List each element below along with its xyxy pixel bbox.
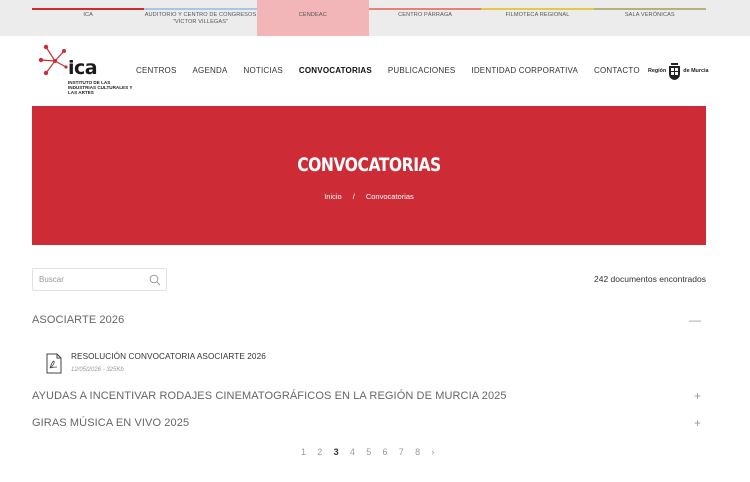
ica-logo[interactable]: ica INSTITUTO DE LAS INDUSTRIAS CULTURAL… bbox=[38, 43, 132, 99]
page-banner: CONVOCATORIAS Inicio / Convocatorias bbox=[32, 106, 706, 245]
breadcrumb: Inicio / Convocatorias bbox=[32, 192, 706, 201]
centers-nav: ICA AUDITORIO Y CENTRO DE CONGRESOS "VÍC… bbox=[32, 0, 706, 36]
document-item[interactable]: RESOLUCIÓN CONVOCATORIA ASOCIARTE 2026 1… bbox=[46, 350, 346, 378]
pagination: 1 2 3 4 5 6 7 8 › bbox=[301, 447, 448, 457]
region-logo-left-text: Región bbox=[648, 68, 667, 74]
center-tab-color-bar bbox=[368, 8, 482, 10]
search-box bbox=[32, 268, 167, 291]
center-tab-color-bar bbox=[144, 8, 257, 10]
section-header-giras-musica-2025[interactable]: GIRAS MÚSICA EN VIVO 2025 + bbox=[32, 416, 706, 437]
section-title: GIRAS MÚSICA EN VIVO 2025 bbox=[32, 417, 190, 429]
nav-item-agenda[interactable]: AGENDA bbox=[193, 66, 228, 75]
page-link-5[interactable]: 5 bbox=[366, 447, 382, 457]
document-meta: 12/05/2026 - 325Kb bbox=[71, 367, 124, 373]
expand-icon[interactable]: + bbox=[694, 416, 701, 430]
nav-item-identidad-corporativa[interactable]: IDENTIDAD CORPORATIVA bbox=[471, 66, 578, 75]
section-title: ASOCIARTE 2026 bbox=[32, 314, 125, 326]
breadcrumb-separator: / bbox=[352, 192, 355, 201]
center-tab-color-bar bbox=[593, 8, 706, 10]
center-tab-label: AUDITORIO Y CENTRO DE CONGRESOS "VÍCTOR … bbox=[144, 12, 257, 25]
center-tab-filmoteca[interactable]: FILMOTECA REGIONAL bbox=[481, 0, 594, 36]
logo-wordmark: ica bbox=[68, 57, 98, 79]
page-link-7[interactable]: 7 bbox=[399, 447, 415, 457]
center-tab-veronicas[interactable]: SALA VERÓNICAS bbox=[593, 0, 706, 36]
page-link-6[interactable]: 6 bbox=[382, 447, 398, 457]
page-link-1[interactable]: 1 bbox=[301, 447, 317, 457]
search-input[interactable] bbox=[39, 272, 144, 287]
nav-item-publicaciones[interactable]: PUBLICACIONES bbox=[388, 66, 456, 75]
main-nav: CENTROS AGENDA NOTICIAS CONVOCATORIAS PU… bbox=[136, 66, 656, 75]
center-tab-color-bar bbox=[481, 8, 594, 10]
nav-item-centros[interactable]: CENTROS bbox=[136, 66, 177, 75]
document-title-link[interactable]: RESOLUCIÓN CONVOCATORIA ASOCIARTE 2026 bbox=[71, 352, 266, 361]
breadcrumb-current: Convocatorias bbox=[365, 192, 414, 201]
center-tab-label: SALA VERÓNICAS bbox=[624, 12, 675, 18]
collapse-icon[interactable]: — bbox=[689, 313, 701, 327]
ica-logo-mark-icon bbox=[38, 44, 68, 76]
section-title: AYUDAS A INCENTIVAR RODAJES CINEMATOGRÁF… bbox=[32, 390, 507, 402]
page-link-2[interactable]: 2 bbox=[317, 447, 333, 457]
nav-item-convocatorias[interactable]: CONVOCATORIAS bbox=[299, 66, 372, 75]
page-title: CONVOCATORIAS bbox=[297, 154, 441, 176]
expand-icon[interactable]: + bbox=[694, 389, 701, 403]
search-icon[interactable] bbox=[149, 274, 161, 286]
center-tab-ica[interactable]: ICA bbox=[32, 0, 145, 36]
coat-of-arms-icon bbox=[669, 63, 681, 80]
results-count: 242 documentos encontrados bbox=[594, 274, 706, 284]
nav-item-noticias[interactable]: NOTICIAS bbox=[244, 66, 283, 75]
region-logo-right-text: de Murcia bbox=[683, 68, 709, 74]
page-link-4[interactable]: 4 bbox=[350, 447, 366, 457]
center-tab-parraga[interactable]: CENTRO PÁRRAGA bbox=[368, 0, 482, 36]
center-tab-color-bar bbox=[256, 0, 369, 10]
nav-item-contacto[interactable]: CONTACTO bbox=[594, 66, 640, 75]
section-header-asociarte-2026[interactable]: ASOCIARTE 2026 — bbox=[32, 313, 706, 334]
next-page-icon[interactable]: › bbox=[431, 447, 447, 457]
page-link-8[interactable]: 8 bbox=[415, 447, 431, 457]
section-header-ayudas-rodajes-2025[interactable]: AYUDAS A INCENTIVAR RODAJES CINEMATOGRÁF… bbox=[32, 389, 706, 410]
pdf-icon bbox=[46, 353, 62, 374]
center-tab-cendeac[interactable]: CENDEAC bbox=[256, 0, 369, 36]
center-tab-color-bar bbox=[32, 8, 145, 10]
page-link-current: 3 bbox=[333, 447, 339, 457]
center-tab-label: CENDEAC bbox=[298, 12, 327, 18]
center-tab-label: FILMOTECA REGIONAL bbox=[505, 12, 570, 18]
centers-bar: ICA AUDITORIO Y CENTRO DE CONGRESOS "VÍC… bbox=[0, 0, 750, 36]
breadcrumb-home-link[interactable]: Inicio bbox=[324, 192, 342, 201]
center-tab-label: CENTRO PÁRRAGA bbox=[398, 12, 453, 18]
center-tab-auditorio[interactable]: AUDITORIO Y CENTRO DE CONGRESOS "VÍCTOR … bbox=[144, 0, 257, 36]
region-de-murcia-logo[interactable]: Región de Murcia bbox=[648, 60, 708, 82]
center-tab-label: ICA bbox=[83, 12, 93, 18]
logo-subtitle: INSTITUTO DE LAS INDUSTRIAS CULTURALES Y… bbox=[68, 80, 133, 96]
